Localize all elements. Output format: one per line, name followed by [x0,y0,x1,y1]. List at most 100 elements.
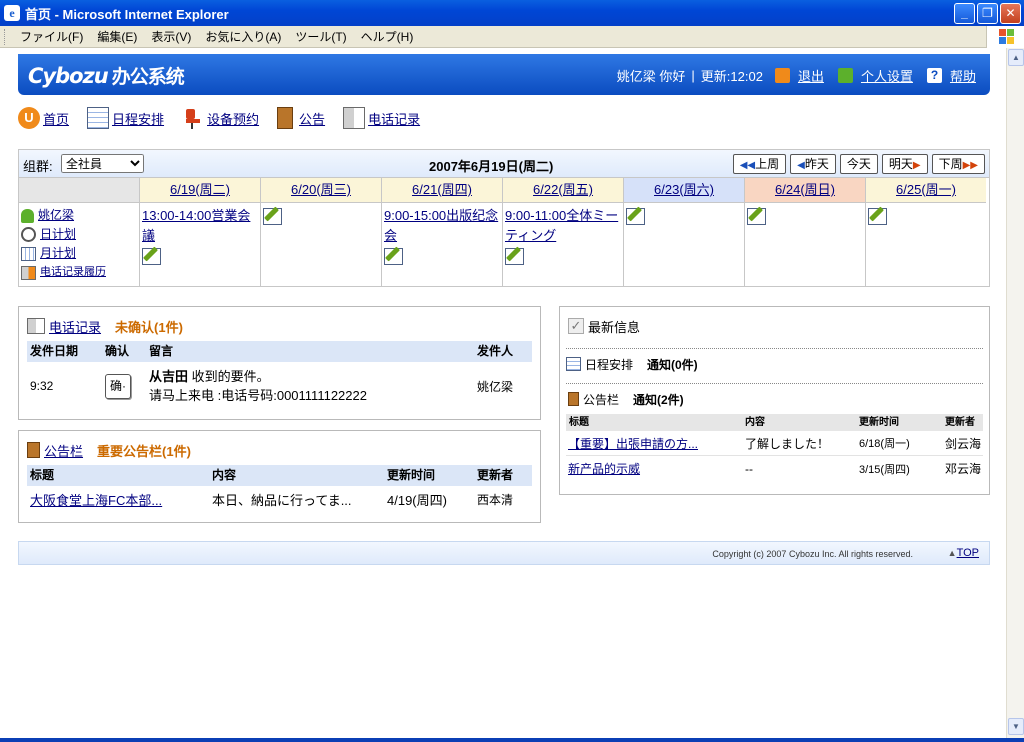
group-label: 组群: [23,159,53,174]
scroll-down-arrow-icon[interactable]: ▼ [1008,718,1024,735]
calendar-toolbar: 组群: 全社員 2007年6月19日(周二) ◀◀上周 ◀昨天 今天 明天▶ 下… [19,150,989,178]
checkmark-icon: ✓ [568,318,584,334]
up-triangle-icon: ▲ [947,548,957,558]
top-link[interactable]: ▲TOP [948,547,979,559]
day-column: 6/21(周四) 9:00-15:00出版纪念会 [381,178,502,286]
day-column: 6/25(周一) [865,178,986,286]
menu-help[interactable]: ヘルプ(H) [354,28,421,45]
day-header[interactable]: 6/24(周日) [775,182,835,197]
day-header[interactable]: 6/25(周一) [896,182,956,197]
cybozu-logo: Cybozu 办公系统 [28,64,185,88]
greeting: 姚亿梁 你好 [616,69,686,84]
day-column: 6/20(周三) [260,178,381,286]
phone-history-link[interactable]: 电话记录履历 [21,263,137,282]
day-column: 6/19(周二) 13:00-14:00営業会議 [139,178,260,286]
notice-link[interactable]: 公告栏 [44,441,83,460]
menu-tools[interactable]: ツール(T) [288,28,353,45]
notice-board-icon [277,107,294,129]
maximize-button[interactable]: ❐ [977,3,998,24]
logout-link[interactable]: 退出 [798,66,824,85]
calendar-icon [87,107,110,129]
latest-info-title: 最新信息 [588,319,641,335]
chair-icon [182,107,204,129]
scroll-up-arrow-icon[interactable]: ▲ [1008,49,1024,66]
table-row: 大阪食堂上海FC本部... 本日、納品に行ってま... 4/19(周四) 西本清 [27,488,532,510]
user-column: 姚亿梁 日计划 月计划 电话记录履历 [19,178,139,286]
latest-title-link[interactable]: 新产品的示威 [566,460,745,477]
add-event-icon[interactable] [384,248,403,265]
weekly-calendar: 组群: 全社員 2007年6月19日(周二) ◀◀上周 ◀昨天 今天 明天▶ 下… [18,149,990,287]
nav-notice[interactable]: 公告 [277,107,325,129]
nav-home[interactable]: U 首页 [18,107,69,129]
window-title-bar[interactable]: e 首页 - Microsoft Internet Explorer _ ❐ ✕ [0,0,1024,26]
person-icon [21,208,34,223]
menu-view[interactable]: 表示(V) [144,28,198,45]
logout-icon [774,68,790,83]
add-event-icon[interactable] [626,208,645,225]
unconfirmed-count: 未确认(1件) [115,319,183,335]
event-link[interactable]: 9:00-11:00全体ミーティング [505,206,621,246]
phone-memo-icon [27,318,45,334]
menu-edit[interactable]: 編集(E) [90,28,144,45]
confirm-button[interactable]: 确· [105,373,131,399]
yesterday-button[interactable]: ◀昨天 [790,154,836,174]
user-link[interactable]: 姚亿梁 [21,206,137,225]
menu-file[interactable]: ファイル(F) [13,28,90,45]
personal-settings-link[interactable]: 个人设置 [861,66,913,85]
notice-title-link[interactable]: 大阪食堂上海FC本部... [27,490,212,509]
tomorrow-button[interactable]: 明天▶ [881,154,928,174]
vertical-scrollbar[interactable]: ▲ ▼ [1006,48,1024,738]
phone-memo-icon [343,107,366,129]
nav-facility[interactable]: 设备预约 [182,107,259,129]
day-header[interactable]: 6/19(周二) [170,182,230,197]
event-link[interactable]: 13:00-14:00営業会議 [142,206,258,246]
today-button[interactable]: 今天 [839,154,878,174]
help-link[interactable]: 帮助 [950,66,976,85]
day-column: 6/22(周五) 9:00-11:00全体ミーティング [502,178,623,286]
main-nav: U 首页 日程安排 设备预约 公告 电话记录 [18,106,438,130]
calendar-icon [566,357,581,371]
close-button[interactable]: ✕ [1000,3,1021,24]
phone-memo-icon [21,265,36,280]
next-week-button[interactable]: 下周▶▶ [931,154,985,174]
calendar-date: 2007年6月19日(周二) [429,159,554,174]
app-header: Cybozu 办公系统 姚亿梁 你好 | 更新:12:02 退出 个人设置 ? 帮… [18,54,990,95]
important-count: 重要公告栏(1件) [97,443,191,459]
add-event-icon[interactable] [505,248,524,265]
table-row: 9:32 确· 从吉田 收到的要件。 请马上来电 :电话号码:000111112… [30,369,514,403]
copyright: Copyright (c) 2007 Cybozu Inc. All right… [712,549,913,559]
add-event-icon[interactable] [868,208,887,225]
latest-info-panel: ✓ 最新信息 日程安排 通知(0件) 公告栏 通知(2件) 标题 内容 更新时间… [559,306,990,495]
day-header[interactable]: 6/23(周六) [654,182,714,197]
window-title: 首页 - Microsoft Internet Explorer [25,6,229,22]
prev-week-button[interactable]: ◀◀上周 [732,154,787,174]
minimize-button[interactable]: _ [954,3,975,24]
day-column: 6/23(周六) [623,178,744,286]
group-select[interactable]: 全社員 [61,154,144,173]
notice-panel: 公告栏 重要公告栏(1件) 标题 内容 更新时间 更新者 大阪食堂上海FC本部.… [18,430,541,523]
toolbar-grip [4,28,7,45]
notice-board-icon [568,392,579,406]
month-plan-link[interactable]: 月计划 [21,244,137,263]
day-header[interactable]: 6/21(周四) [412,182,472,197]
add-event-icon[interactable] [142,248,161,265]
latest-title-link[interactable]: 【重要】出張申請の方... [566,435,745,452]
phone-record-link[interactable]: 电话记录 [49,317,101,336]
taskbar-edge [0,738,1024,742]
menu-favorites[interactable]: お気に入り(A) [198,28,288,45]
add-event-icon[interactable] [747,208,766,225]
event-link[interactable]: 9:00-15:00出版纪念会 [384,206,500,246]
table-row: 【重要】出張申請の方... 了解しました！ 6/18(周一) 剑云海 [566,431,983,456]
add-event-icon[interactable] [263,208,282,225]
notice-board-icon [27,442,40,458]
page-footer: Copyright (c) 2007 Cybozu Inc. All right… [18,541,990,565]
home-icon: U [18,107,40,129]
day-header[interactable]: 6/22(周五) [533,182,593,197]
day-plan-link[interactable]: 日计划 [21,225,137,244]
table-row: 新产品的示威 -- 3/15(周四) 邓云海 [566,460,982,477]
day-column: 6/24(周日) [744,178,865,286]
nav-schedule[interactable]: 日程安排 [87,107,164,129]
ie-icon: e [4,5,20,21]
day-header[interactable]: 6/20(周三) [291,182,351,197]
nav-phone[interactable]: 电话记录 [343,107,420,129]
